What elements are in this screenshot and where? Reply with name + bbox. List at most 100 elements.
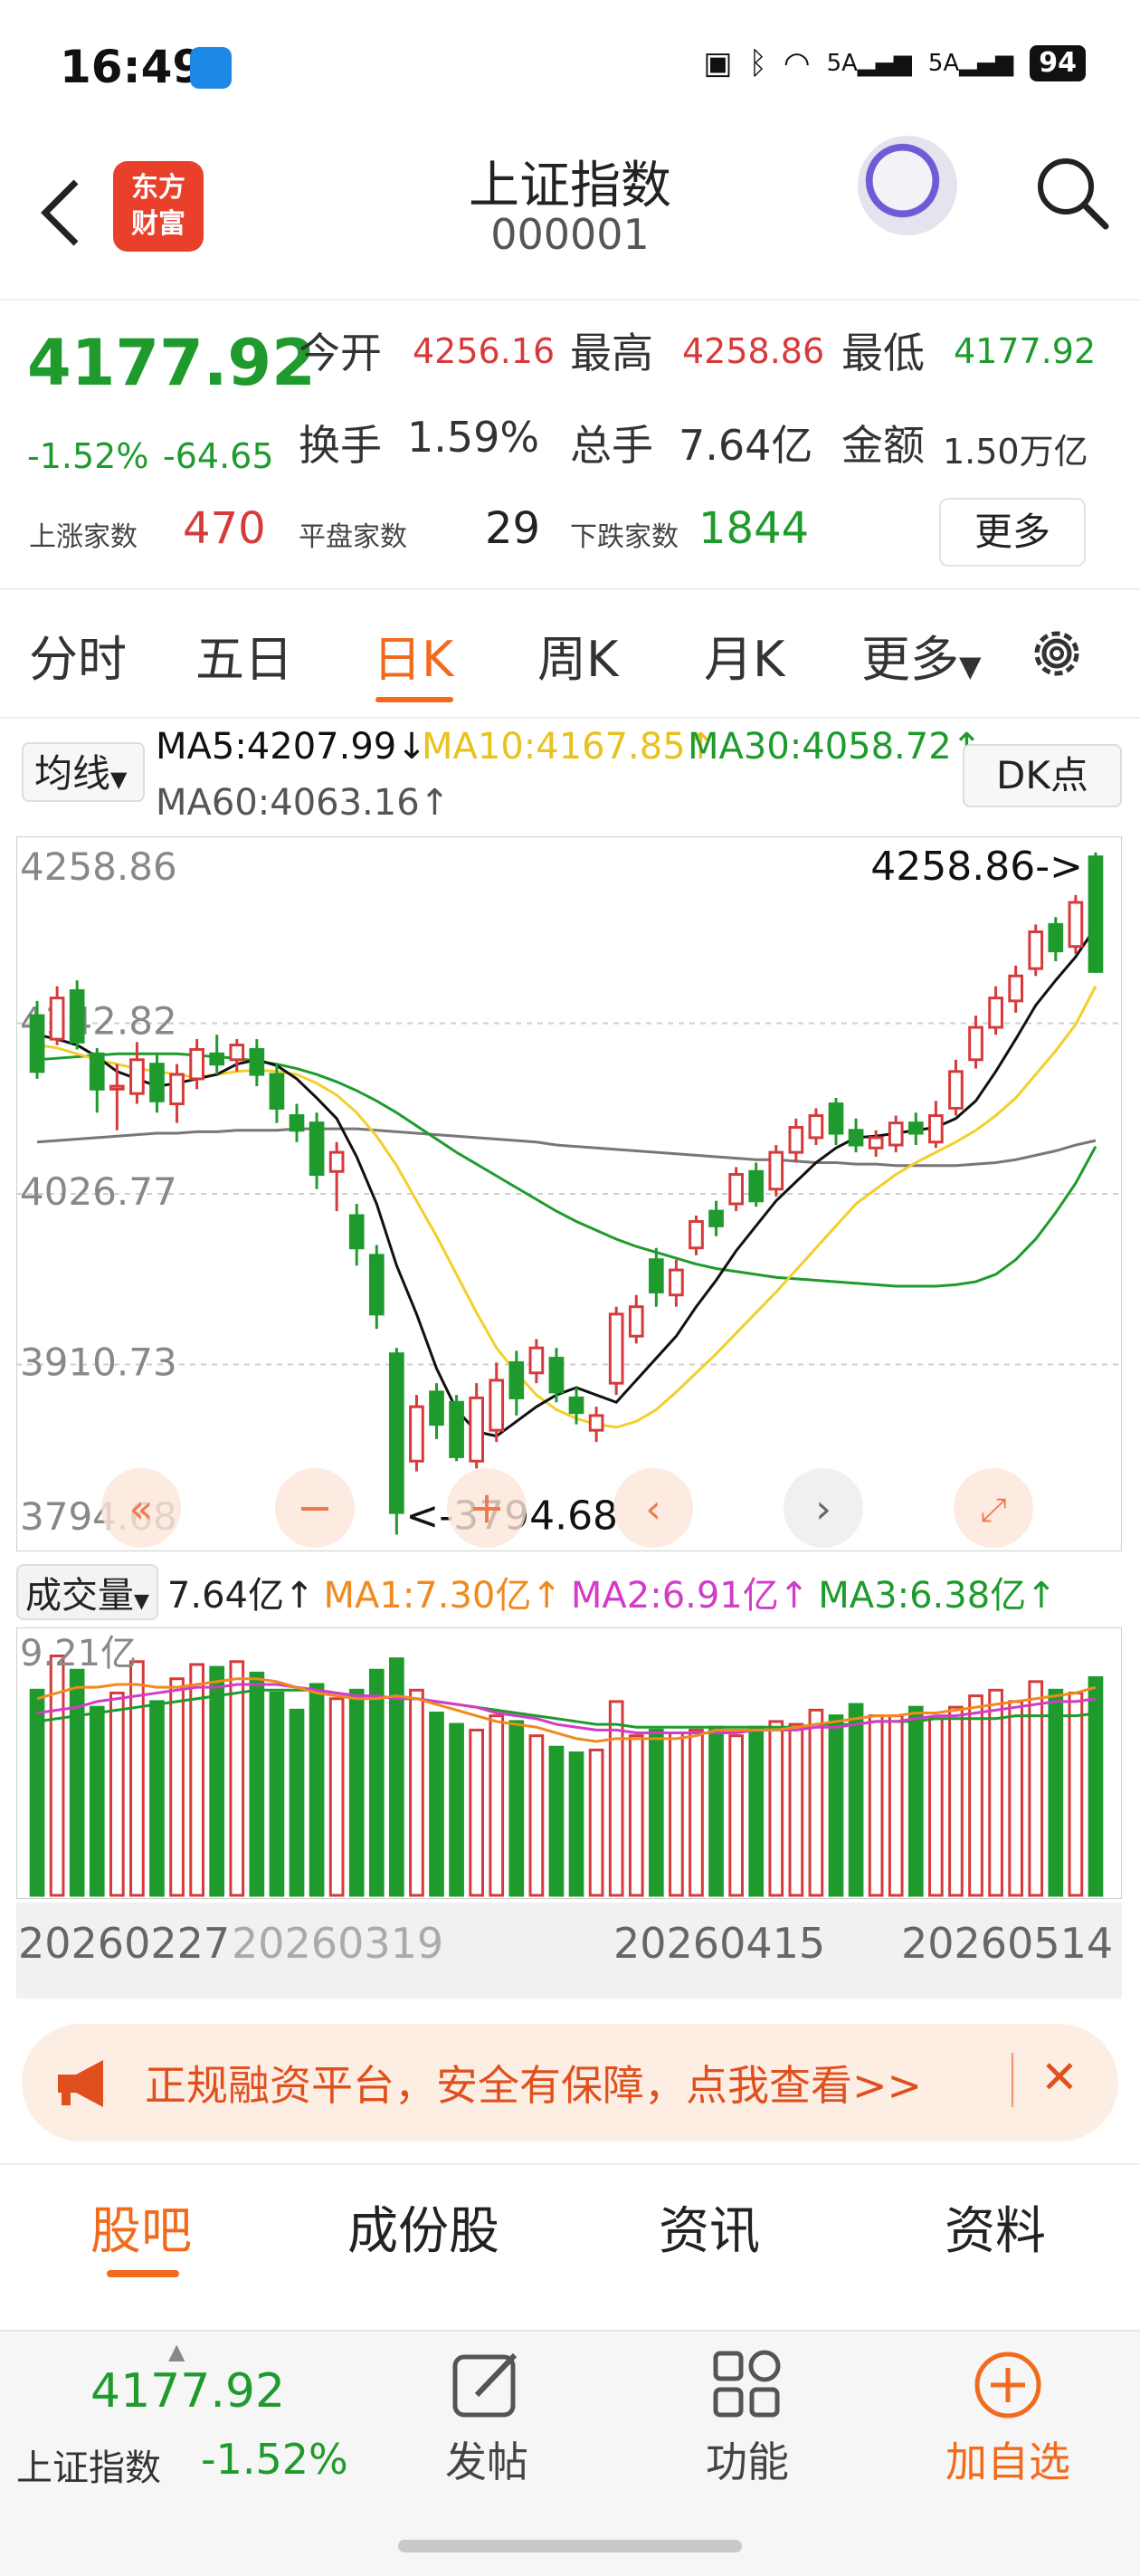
candle-body [968,1026,983,1062]
add-watchlist-button[interactable]: 加自选 [917,2344,1098,2507]
candle-body [1068,901,1084,949]
volume-bar [489,1714,505,1897]
tab-more[interactable]: 更多▼ [861,619,982,691]
volume-bar [528,1734,545,1897]
indicator-select[interactable]: 均线▼ [22,742,145,802]
minus-icon: − [297,1483,333,1533]
candle-body [389,1352,404,1514]
volume-bar [309,1683,325,1897]
volume-bar [429,1711,444,1897]
flat-count-label: 平盘家数 [299,521,407,553]
tab-profile[interactable]: 资料 [945,2190,1046,2264]
function-button[interactable]: 功能 [657,2344,838,2507]
assistant-avatar[interactable] [858,136,957,235]
candle-body [648,1258,664,1293]
candle-body [928,1114,944,1144]
turnover-label: 换手 [299,421,382,470]
y-axis-label: 4258.86 [20,844,177,889]
candle-body [548,1357,565,1394]
megaphone-icon [58,2060,103,2107]
tab-forum[interactable]: 股吧 [90,2190,192,2264]
kline-chart[interactable]: 4258.864142.824026.773910.733794.68 4258… [16,836,1122,1551]
candle-body [528,1346,545,1375]
tab-intraday[interactable]: 分时 [29,619,127,691]
volume-bar [669,1732,684,1897]
ma5-legend: MA5:4207.99↓ [156,726,427,768]
search-icon[interactable] [1031,152,1113,234]
candle-body [608,1312,624,1385]
app-notification-icon [190,47,232,89]
flat-count: 29 [485,503,541,554]
candle-body [309,1121,325,1177]
signal-icon: 5A▂▄▆ [826,50,912,77]
post-button[interactable]: 发帖 [396,2344,577,2507]
plus-icon: + [469,1483,505,1533]
volume-bar [748,1725,765,1897]
change-percent: -1.52% [27,436,149,476]
volume-bar [508,1720,525,1897]
more-quote-button[interactable]: 更多 [939,498,1086,567]
tab-constituents[interactable]: 成份股 [347,2190,499,2264]
candle-body [409,1405,424,1463]
gear-icon[interactable] [1024,621,1089,686]
ma5-value: MA5:4207.99 [156,726,397,768]
caret-up-icon: ▲ [168,2339,185,2364]
change-amount: -64.65 [163,436,274,476]
active-tab-indicator [375,697,453,702]
volume-value: 7.64亿 [679,421,813,470]
candle-body [149,1063,165,1102]
nfc-icon: ▣ [703,45,733,81]
tab-five-day[interactable]: 五日 [195,619,293,691]
volume-bar [229,1660,245,1897]
tab-news[interactable]: 资讯 [659,2190,760,2264]
add-watchlist-label: 加自选 [945,2438,1070,2486]
bottom-change-percent: -1.52% [201,2435,348,2484]
candle-body [29,1014,45,1073]
bottom-price: 4177.92 [90,2364,286,2419]
candle-body [1088,855,1104,973]
volume-current: 7.64亿↑ [167,1566,315,1618]
volume-bar [89,1705,105,1897]
volume-bar [409,1688,424,1897]
candle-body [89,1052,105,1091]
candle-body [489,1379,505,1432]
candle-body [748,1169,765,1203]
amount-label: 金额 [841,421,925,470]
volume-chart[interactable]: 9.21亿 [16,1627,1122,1899]
post-label: 发帖 [445,2438,528,2486]
tab-weekly-k[interactable]: 周K [537,619,618,691]
volume-select[interactable]: 成交量▼ [16,1564,158,1620]
volume-bar [1088,1675,1104,1897]
candle-body [788,1126,804,1154]
volume-bar [328,1697,345,1897]
bluetooth-icon: ᛒ [748,45,767,81]
tab-monthly-k[interactable]: 月K [704,619,784,691]
ma30-value: MA30:4058.72 [688,726,952,768]
volume-bar [149,1700,165,1897]
volume-bar [648,1728,664,1897]
volume-bar [289,1708,305,1897]
ma30-legend: MA30:4058.72↑ [688,726,982,768]
low-value: 4177.92 [954,331,1097,371]
current-price: 4177.92 [27,326,316,400]
edit-icon [452,2352,518,2418]
tab-daily-k[interactable]: 日K [373,619,453,691]
candle-body [269,1073,285,1110]
volume-bar [689,1728,704,1897]
chevron-down-icon: ▼ [134,1590,149,1613]
close-icon[interactable]: ✕ [1040,2051,1078,2104]
vol-ma2-value: MA2:6.91亿 [570,1575,779,1617]
candle-body [828,1102,844,1135]
low-label: 最低 [841,329,925,377]
arrow-up-icon: ↑ [419,782,451,824]
candle-body [988,997,1003,1029]
volume-legend: 成交量▼ 7.64亿↑ MA1:7.30亿↑ MA2:6.91亿↑ MA3:6.… [16,1564,1057,1620]
dk-point-button[interactable]: DK点 [963,744,1122,807]
volume-bar [109,1691,125,1897]
candle-body [948,1070,964,1110]
grid-icon [713,2350,781,2418]
volume-bar [968,1694,983,1897]
ma10-value: MA10:4167.85 [422,726,686,768]
chevron-right-icon: › [815,1486,831,1532]
home-indicator [398,2540,742,2552]
